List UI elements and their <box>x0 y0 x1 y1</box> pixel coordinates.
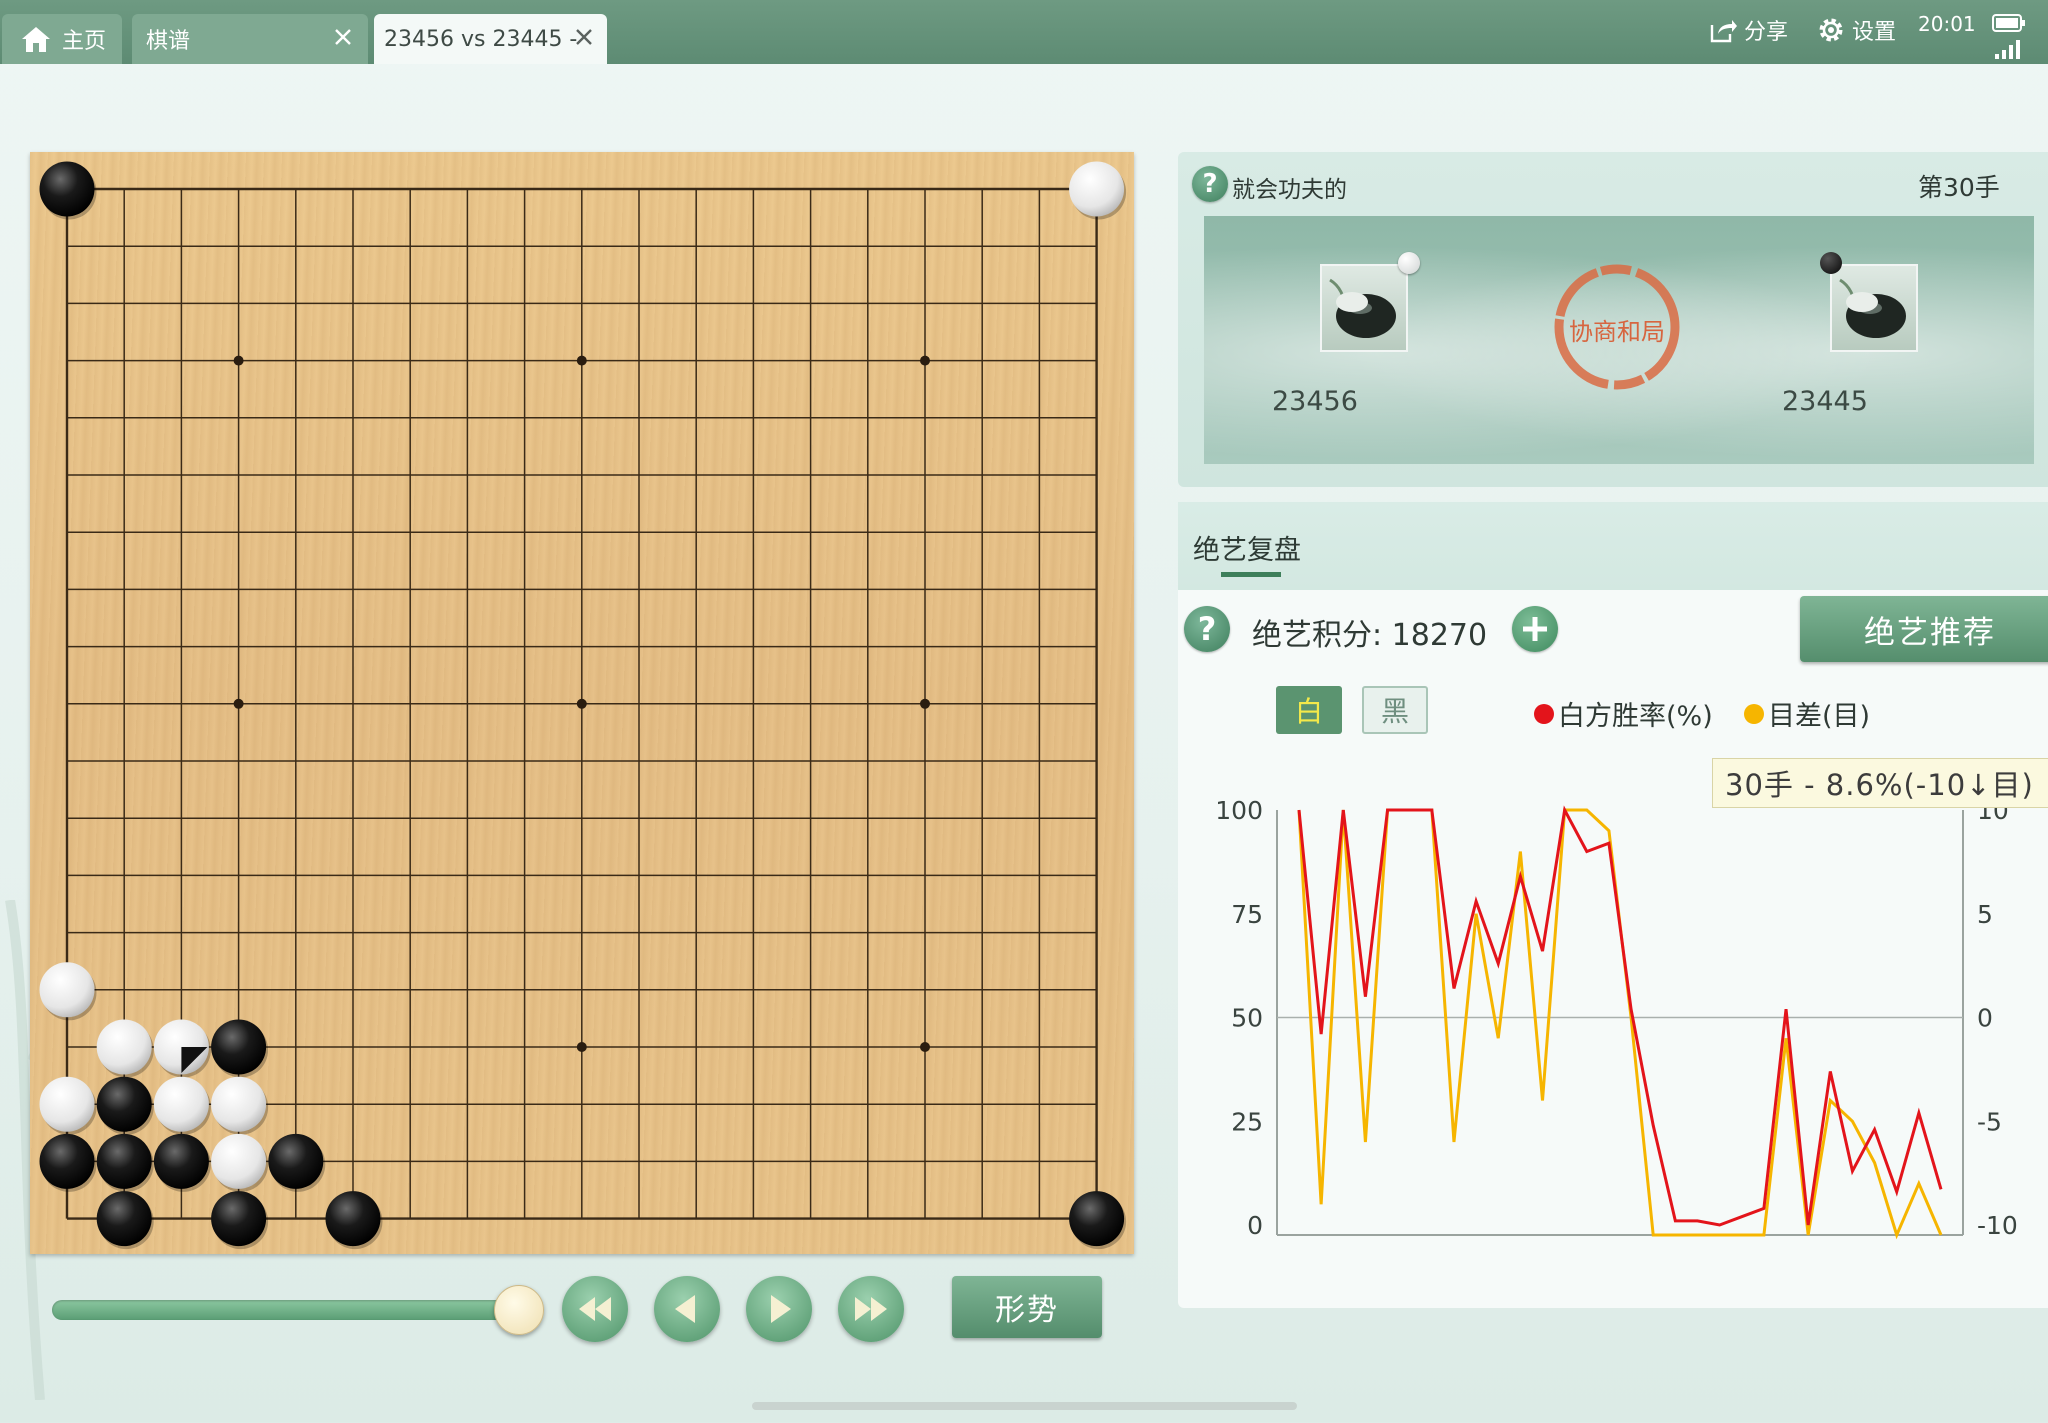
legend-winrate-dot <box>1534 703 1554 724</box>
black-stone <box>39 1133 95 1189</box>
legend-diff: 目差(目) <box>1744 694 1870 733</box>
y-left-tick-label: 0 <box>1247 1211 1263 1240</box>
black-stone <box>211 1019 267 1075</box>
winrate-chart[interactable]: 10075502501050-5-10 <box>1178 790 2048 1260</box>
legend-diff-label: 目差(目) <box>1768 701 1871 732</box>
legend-winrate-label: 白方胜率(%) <box>1558 701 1713 732</box>
y-left-tick-label: 100 <box>1215 796 1263 825</box>
legend-winrate: 白方胜率(%) <box>1534 694 1713 733</box>
share-icon <box>1708 15 1738 45</box>
share-label: 分享 <box>1744 20 1789 45</box>
move-tooltip: 30手 - 8.6%(-10↓目) <box>1712 758 2048 808</box>
home-icon <box>20 24 52 54</box>
toggle-black[interactable]: 黑 <box>1362 686 1428 734</box>
add-score-button[interactable] <box>1512 606 1558 652</box>
black-stone <box>96 1191 152 1247</box>
game-result: 协商和局 <box>1569 318 1665 346</box>
prev-move-button[interactable] <box>654 1276 720 1342</box>
black-stone <box>268 1133 324 1189</box>
score-help-icon[interactable]: ? <box>1184 606 1230 652</box>
player-right-stone-icon <box>1820 252 1842 274</box>
game-title: 就会功夫的 <box>1232 177 1347 203</box>
toggle-white[interactable]: 白 <box>1276 686 1342 734</box>
close-icon[interactable] <box>330 24 356 50</box>
tab-game[interactable]: 23456 vs 23445 - <box>374 14 607 64</box>
y-right-tick-label: 5 <box>1977 900 1993 929</box>
black-stone <box>211 1191 267 1247</box>
score-label: 绝艺积分: 18270 <box>1252 618 1488 653</box>
white-stone <box>153 1076 209 1132</box>
star-point <box>233 355 244 366</box>
star-point <box>576 1042 587 1052</box>
settings-label: 设置 <box>1852 20 1897 45</box>
star-point <box>233 698 244 709</box>
tab-game-label: 23456 vs 23445 - <box>384 26 578 52</box>
go-board[interactable] <box>30 152 1134 1254</box>
tab-home[interactable]: 主页 <box>2 14 122 64</box>
close-icon[interactable] <box>571 24 597 50</box>
move-number: 第30手 <box>1918 173 2000 202</box>
black-stone <box>96 1133 152 1189</box>
last-move-button[interactable] <box>838 1276 904 1342</box>
right-arrow-icon <box>771 1295 791 1323</box>
double-right-icon <box>855 1297 887 1321</box>
tab-review[interactable]: 绝艺复盘 <box>1193 528 1301 567</box>
settings-button[interactable]: 设置 <box>1816 14 1896 46</box>
star-point <box>920 355 930 366</box>
black-stone <box>153 1133 209 1189</box>
tab-records[interactable]: 棋谱 <box>132 14 368 64</box>
plus-icon <box>1523 617 1547 641</box>
double-left-icon <box>579 1297 611 1321</box>
situation-button[interactable]: 形势 <box>952 1276 1102 1338</box>
signal-icon <box>1994 38 2024 64</box>
black-stone <box>1069 1191 1125 1247</box>
y-right-tick-label: -5 <box>1977 1107 2002 1136</box>
battery-icon <box>1992 14 2026 36</box>
ai-recommend-button[interactable]: 绝艺推荐 <box>1800 596 2048 662</box>
legend-diff-dot <box>1744 703 1764 724</box>
series-line-diff <box>1297 808 1943 1240</box>
white-stone <box>39 1076 95 1132</box>
player-left-name: 23456 <box>1272 386 1358 417</box>
player-left-stone-icon <box>1398 252 1420 274</box>
black-stone <box>96 1076 152 1132</box>
white-stone <box>96 1019 152 1075</box>
top-bar: 主页 棋谱 23456 vs 23445 - 分享 设置 20:01 <box>0 0 2048 64</box>
black-stone <box>39 161 95 217</box>
move-slider-knob[interactable] <box>494 1285 544 1335</box>
star-point <box>920 1042 930 1052</box>
y-right-tick-label: -10 <box>1977 1211 2018 1240</box>
y-left-tick-label: 50 <box>1231 1004 1263 1033</box>
white-stone <box>39 962 95 1018</box>
next-move-button[interactable] <box>746 1276 812 1342</box>
white-stone <box>211 1133 267 1189</box>
white-stone <box>211 1076 267 1132</box>
tab-home-label: 主页 <box>62 29 107 54</box>
star-point <box>576 698 587 709</box>
home-indicator <box>752 1402 1297 1410</box>
stone-bowl-icon <box>1839 278 1906 338</box>
tab-underline <box>1221 572 1281 577</box>
tab-records-label: 棋谱 <box>146 29 191 54</box>
white-stone <box>1069 161 1125 217</box>
left-arrow-icon <box>675 1295 695 1323</box>
gear-icon <box>1816 15 1846 45</box>
move-slider-track[interactable] <box>52 1300 522 1320</box>
clock: 20:01 <box>1918 12 1976 36</box>
player-right-name: 23445 <box>1782 386 1868 417</box>
player-right-avatar <box>1830 264 1918 352</box>
black-stone <box>325 1191 381 1247</box>
y-right-tick-label: 0 <box>1977 1004 1993 1033</box>
stone-bowl-icon <box>1329 278 1396 338</box>
player-left-avatar <box>1320 264 1408 352</box>
y-left-tick-label: 25 <box>1231 1107 1263 1136</box>
help-icon[interactable]: ? <box>1192 166 1228 202</box>
share-button[interactable]: 分享 <box>1708 14 1788 46</box>
star-point <box>576 355 587 366</box>
analysis-header <box>1178 502 2048 590</box>
y-left-tick-label: 75 <box>1231 900 1263 929</box>
board-canvas[interactable] <box>30 152 1134 1254</box>
first-move-button[interactable] <box>562 1276 628 1342</box>
star-point <box>920 698 930 709</box>
